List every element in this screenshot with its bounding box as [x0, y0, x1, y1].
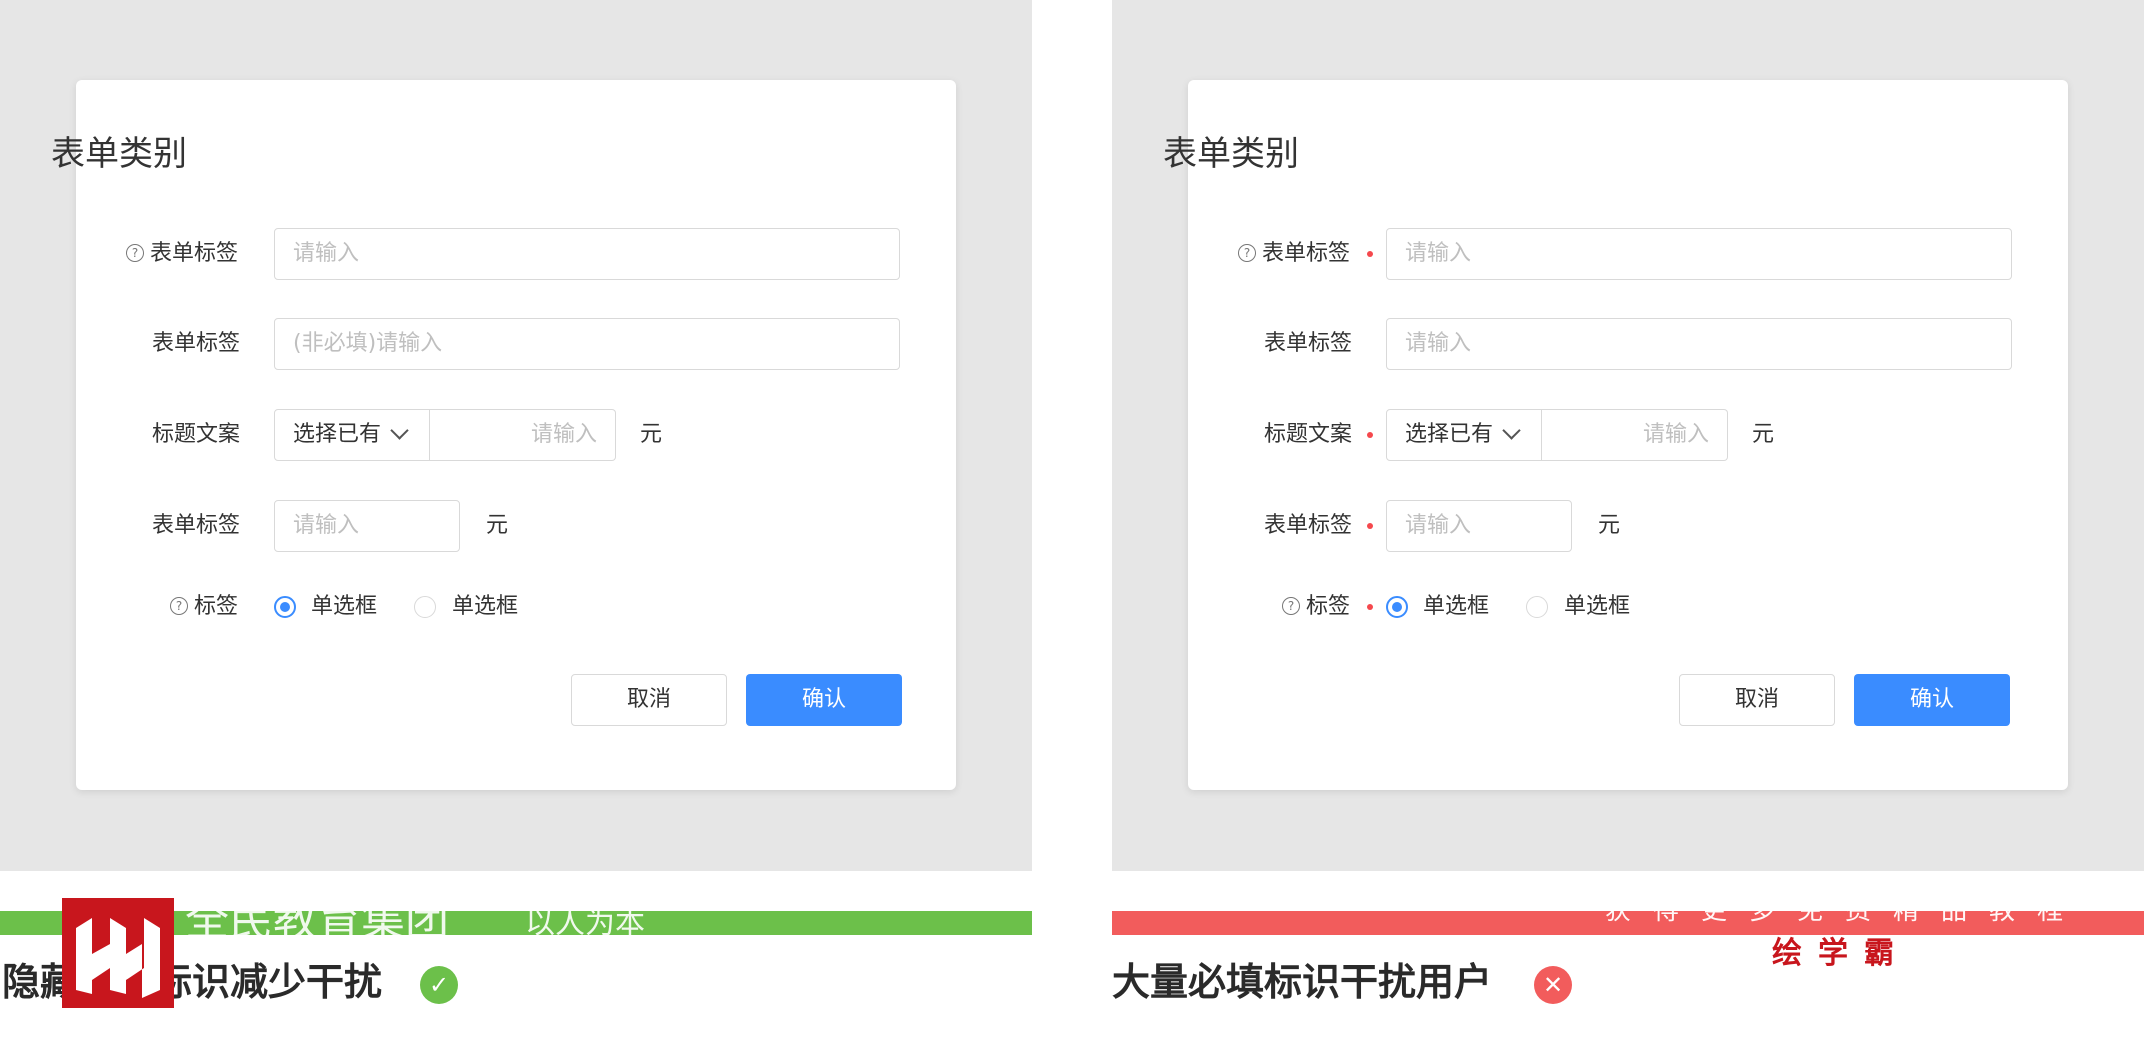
right-radio-2[interactable] — [1526, 596, 1548, 618]
help-icon[interactable]: ? — [1238, 244, 1256, 262]
left-row3-select[interactable]: 选择已有 — [274, 409, 430, 461]
left-row2-input[interactable]: (非必填)请输入 — [274, 318, 900, 370]
left-row3-label: 标题文案 — [152, 422, 241, 447]
left-row1-input[interactable]: 请输入 — [274, 228, 900, 280]
confirm-button[interactable]: 确认 — [1854, 674, 2010, 726]
left-dialog-title: 表单类别 — [51, 134, 187, 174]
left-row2-label: 表单标签 — [152, 331, 241, 356]
left-radio-1[interactable] — [274, 596, 296, 618]
help-icon[interactable]: ? — [126, 244, 144, 262]
close-icon: ✕ — [1534, 966, 1572, 1004]
right-dialog-title: 表单类别 — [1163, 134, 1299, 174]
right-row3-unit: 元 — [1752, 422, 1775, 447]
required-mark — [1367, 432, 1373, 438]
right-row4-input[interactable]: 请输入 — [1386, 500, 1572, 552]
left-row3-input[interactable]: 请输入 — [430, 409, 616, 461]
left-caption: 隐藏必填标识减少干扰 — [2, 960, 383, 1004]
confirm-button[interactable]: 确认 — [746, 674, 902, 726]
left-row4-label: 表单标签 — [152, 513, 241, 538]
right-row1-input[interactable]: 请输入 — [1386, 228, 2012, 280]
right-row2-input[interactable]: 请输入 — [1386, 318, 2012, 370]
required-mark — [1367, 523, 1373, 529]
watermark-brand: 绘学霸 — [1772, 936, 1910, 971]
left-row3-unit: 元 — [640, 422, 663, 447]
right-row3-input[interactable]: 请输入 — [1542, 409, 1728, 461]
right-row1-label: ? 表单标签 — [1238, 239, 1350, 269]
right-row3-select[interactable]: 选择已有 — [1386, 409, 1542, 461]
right-row2-label: 表单标签 — [1264, 331, 1353, 356]
brand-logo — [62, 898, 174, 1008]
left-row1-label: ? 表单标签 — [126, 239, 238, 269]
cancel-button[interactable]: 取消 — [571, 674, 727, 726]
watermark-line1: 获得更多免费精品教程 — [1605, 896, 2086, 926]
logo-w-icon — [76, 918, 160, 998]
help-icon[interactable]: ? — [1282, 597, 1300, 615]
left-radio-2-label[interactable]: 单选框 — [452, 592, 518, 622]
right-radio-label: ? 标签 — [1282, 592, 1350, 622]
left-radio-2[interactable] — [414, 596, 436, 618]
left-panel: 表单类别 ? 表单标签 请输入 表单标签 (非必填)请输入 标题文案 选择已有 请… — [0, 0, 1032, 871]
left-row4-input[interactable]: 请输入 — [274, 500, 460, 552]
check-icon: ✓ — [420, 966, 458, 1004]
right-caption: 大量必填标识干扰用户 — [1112, 960, 1493, 1004]
help-icon[interactable]: ? — [170, 597, 188, 615]
right-radio-1[interactable] — [1386, 596, 1408, 618]
left-radio-label: ? 标签 — [170, 592, 238, 622]
right-panel: 表单类别 ? 表单标签 请输入 表单标签 请输入 标题文案 选择已有 请输入 元 … — [1112, 0, 2144, 871]
watermark-slogan: 以人为本 — [525, 906, 645, 941]
right-row4-label: 表单标签 — [1264, 513, 1353, 538]
required-mark — [1367, 251, 1373, 257]
right-radio-1-label[interactable]: 单选框 — [1423, 592, 1489, 622]
right-radio-2-label[interactable]: 单选框 — [1564, 592, 1630, 622]
left-row4-unit: 元 — [486, 513, 509, 538]
right-row3-label: 标题文案 — [1264, 422, 1353, 447]
required-mark — [1367, 604, 1373, 610]
left-radio-1-label[interactable]: 单选框 — [311, 592, 377, 622]
watermark-text: 全民教育集团 — [185, 895, 449, 946]
right-row4-unit: 元 — [1598, 513, 1621, 538]
cancel-button[interactable]: 取消 — [1679, 674, 1835, 726]
